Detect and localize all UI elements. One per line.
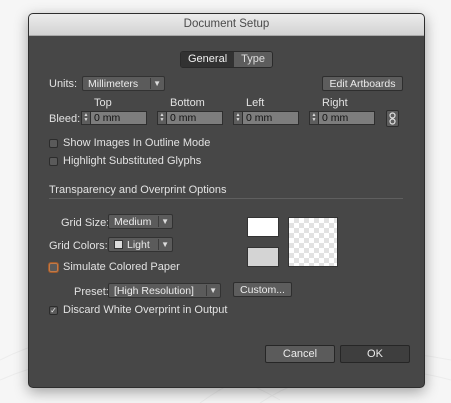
preset-value: [High Resolution]: [114, 285, 194, 297]
grid-color-swatch: [114, 240, 123, 249]
grid-colors-label: Grid Colors:: [49, 240, 108, 252]
ok-button[interactable]: OK: [340, 345, 410, 363]
bleed-left-input[interactable]: [243, 111, 299, 125]
grid-size-value: Medium: [114, 216, 152, 228]
bleed-left-field: ▲ ▼: [233, 111, 299, 125]
discard-white-label: Discard White Overprint in Output: [63, 304, 228, 316]
stepper-icon[interactable]: ▲ ▼: [233, 111, 243, 125]
units-dropdown[interactable]: Millimeters ▼: [82, 76, 165, 91]
bleed-top-input[interactable]: [91, 111, 147, 125]
dropdown-separator: [206, 285, 207, 296]
transparency-section-title: Transparency and Overprint Options: [49, 184, 227, 196]
bleed-bottom-label: Bottom: [170, 97, 205, 109]
grid-size-label: Grid Size:: [61, 217, 110, 229]
tab-bar: General Type: [180, 51, 273, 68]
stepper-icon[interactable]: ▲ ▼: [81, 111, 91, 125]
document-setup-dialog: Document Setup General Type Units: Milli…: [28, 13, 425, 388]
edit-artboards-button[interactable]: Edit Artboards: [322, 76, 403, 91]
grid-color-top-swatch[interactable]: [247, 217, 279, 237]
chevron-down-icon: ▼: [153, 79, 161, 88]
link-icon: [389, 112, 396, 125]
checkmark-icon: ✓: [50, 306, 57, 315]
bleed-right-label: Right: [322, 97, 348, 109]
dialog-title: Document Setup: [29, 14, 424, 36]
chevron-down-icon: ▼: [161, 240, 169, 249]
dropdown-separator: [158, 239, 159, 250]
outline-mode-label: Show Images In Outline Mode: [63, 137, 211, 149]
grid-colors-value: Light: [127, 239, 150, 251]
substituted-glyphs-checkbox[interactable]: [49, 157, 58, 166]
outline-mode-checkbox[interactable]: [49, 139, 58, 148]
bleed-right-field: ▲ ▼: [309, 111, 375, 125]
bleed-top-field: ▲ ▼: [81, 111, 147, 125]
bleed-right-input[interactable]: [319, 111, 375, 125]
chevron-down-icon: ▼: [161, 217, 169, 226]
discard-white-checkbox[interactable]: ✓: [49, 306, 58, 315]
tab-type[interactable]: Type: [234, 52, 272, 67]
link-bleed-button[interactable]: [386, 110, 399, 127]
tab-general[interactable]: General: [181, 52, 235, 67]
transparency-grid-preview: [288, 217, 338, 267]
dropdown-separator: [158, 216, 159, 227]
bleed-label: Bleed:: [49, 113, 81, 125]
stepper-icon[interactable]: ▲ ▼: [309, 111, 319, 125]
grid-colors-dropdown[interactable]: Light ▼: [108, 237, 173, 252]
chevron-down-icon: ▼: [209, 286, 217, 295]
simulate-paper-label: Simulate Colored Paper: [63, 261, 180, 273]
dropdown-separator: [150, 78, 151, 89]
grid-size-dropdown[interactable]: Medium ▼: [108, 214, 173, 229]
units-value: Millimeters: [88, 78, 139, 90]
bleed-bottom-field: ▲ ▼: [157, 111, 223, 125]
bleed-left-label: Left: [246, 97, 265, 109]
substituted-glyphs-label: Highlight Substituted Glyphs: [63, 155, 202, 167]
preset-label: Preset:: [74, 286, 109, 298]
preset-dropdown[interactable]: [High Resolution] ▼: [108, 283, 221, 298]
bleed-bottom-input[interactable]: [167, 111, 223, 125]
cancel-button[interactable]: Cancel: [265, 345, 335, 363]
custom-button[interactable]: Custom...: [233, 282, 292, 297]
units-label: Units:: [49, 78, 78, 90]
grid-color-bottom-swatch[interactable]: [247, 247, 279, 267]
simulate-paper-checkbox[interactable]: [49, 263, 58, 272]
bleed-top-label: Top: [94, 97, 112, 109]
section-divider: [49, 198, 403, 199]
stepper-icon[interactable]: ▲ ▼: [157, 111, 167, 125]
